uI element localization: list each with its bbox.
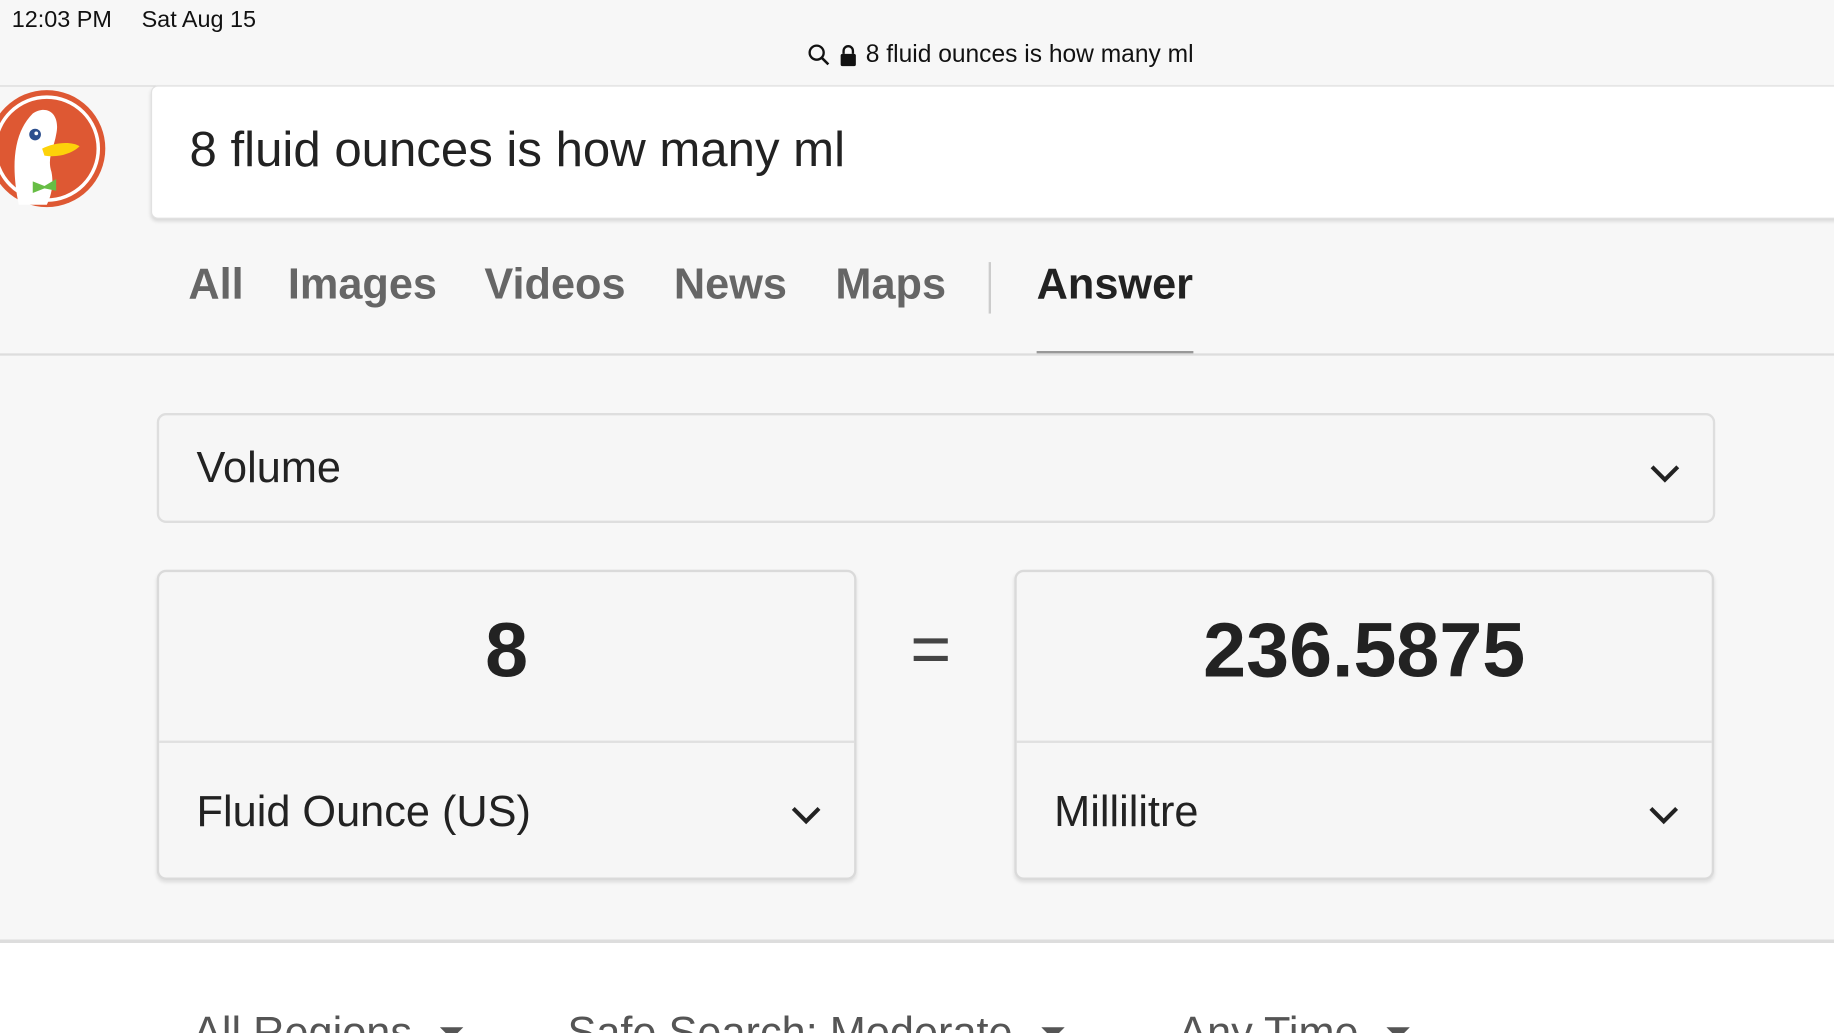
tab-divider bbox=[988, 262, 991, 314]
from-unit-box: 8 Fluid Ounce (US) bbox=[156, 569, 857, 880]
tab-videos[interactable]: Videos bbox=[484, 260, 625, 309]
safe-search-filter[interactable]: Safe Search: Moderate bbox=[567, 1008, 1065, 1033]
region-filter[interactable]: All Regions bbox=[193, 1008, 464, 1033]
lock-icon bbox=[840, 44, 856, 66]
status-time: 12:03 PM bbox=[11, 7, 112, 33]
search-tabs: All Images Videos News Maps Answer bbox=[0, 260, 1834, 356]
equals-sign: = bbox=[910, 609, 952, 688]
address-bar[interactable]: 8 fluid ounces is how many ml bbox=[807, 40, 1194, 69]
caret-down-icon bbox=[440, 1027, 464, 1033]
category-select[interactable]: Volume bbox=[156, 413, 1716, 523]
search-input[interactable] bbox=[189, 114, 1711, 185]
tab-answer[interactable]: Answer bbox=[1036, 260, 1193, 354]
category-select-value: Volume bbox=[196, 443, 341, 492]
status-bar: 12:03 PM Sat Aug 15 8 fluid ounces is ho… bbox=[0, 0, 1834, 87]
filter-bar: All Regions Safe Search: Moderate Any Ti… bbox=[0, 943, 1834, 1033]
divider bbox=[159, 740, 855, 743]
tab-maps[interactable]: Maps bbox=[835, 260, 946, 309]
tab-news[interactable]: News bbox=[674, 260, 787, 309]
status-date: Sat Aug 15 bbox=[141, 7, 257, 33]
caret-down-icon bbox=[1386, 1027, 1411, 1033]
search-icon bbox=[807, 43, 830, 66]
divider bbox=[1016, 740, 1712, 743]
caret-down-icon bbox=[1040, 1027, 1065, 1033]
to-unit-box: 236.5875 Millilitre bbox=[1014, 569, 1715, 880]
search-box[interactable] bbox=[150, 85, 1834, 219]
chevron-down-icon[interactable] bbox=[1646, 804, 1681, 827]
safe-search-filter-label: Safe Search: Moderate bbox=[567, 1008, 1013, 1033]
address-bar-text: 8 fluid ounces is how many ml bbox=[865, 40, 1194, 68]
time-filter[interactable]: Any Time bbox=[1178, 1008, 1411, 1033]
to-unit-select[interactable]: Millilitre bbox=[1054, 787, 1198, 836]
chevron-down-icon bbox=[1647, 462, 1682, 485]
region-filter-label: All Regions bbox=[193, 1008, 413, 1033]
to-value-input[interactable]: 236.5875 bbox=[1017, 605, 1712, 694]
chevron-down-icon[interactable] bbox=[789, 804, 824, 827]
duckduckgo-logo[interactable] bbox=[0, 88, 108, 210]
from-value-input[interactable]: 8 bbox=[159, 605, 854, 694]
tab-images[interactable]: Images bbox=[288, 260, 437, 309]
tab-all[interactable]: All bbox=[188, 260, 243, 309]
time-filter-label: Any Time bbox=[1178, 1008, 1359, 1033]
from-unit-select[interactable]: Fluid Ounce (US) bbox=[197, 787, 531, 836]
